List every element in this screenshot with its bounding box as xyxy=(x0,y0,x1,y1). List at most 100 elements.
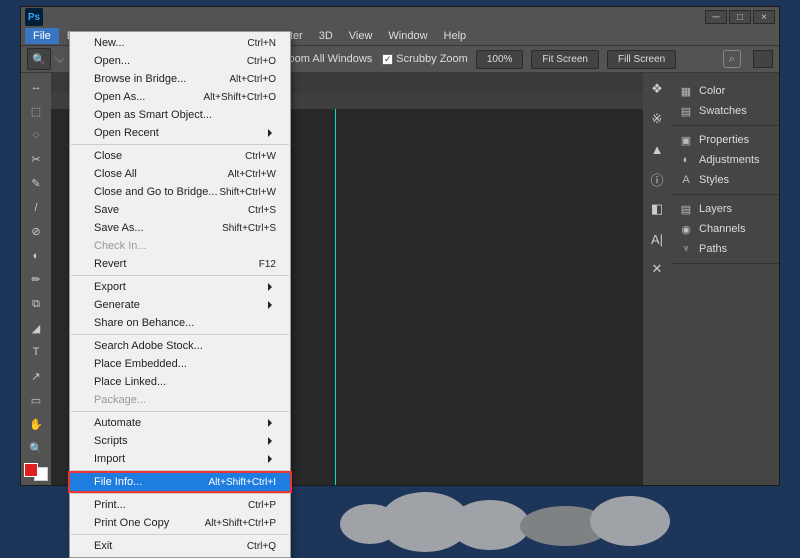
tool-0[interactable]: ↔ xyxy=(25,77,47,97)
tool-1[interactable]: ⬚ xyxy=(25,101,47,121)
menu-file[interactable]: File xyxy=(25,28,59,44)
menu-3d[interactable]: 3D xyxy=(311,28,341,44)
menu-item-print[interactable]: Print...Ctrl+P xyxy=(70,496,290,514)
menu-item-place-embedded[interactable]: Place Embedded... xyxy=(70,355,290,373)
panel-color[interactable]: ▦Color xyxy=(671,81,779,101)
menu-item-close-and-go-to-bridge[interactable]: Close and Go to Bridge...Shift+Ctrl+W xyxy=(70,183,290,201)
tool-12[interactable]: ↗ xyxy=(25,366,47,386)
menu-item-search-adobe-stock[interactable]: Search Adobe Stock... xyxy=(70,337,290,355)
tool-14[interactable]: ✋ xyxy=(25,415,47,435)
tool-7[interactable]: ◐ xyxy=(25,246,47,266)
menu-item-generate[interactable]: Generate xyxy=(70,296,290,314)
menu-item-label: Close All xyxy=(94,168,137,180)
tool-3[interactable]: ✂ xyxy=(25,149,47,169)
panel-layers[interactable]: ▤ Layers xyxy=(671,199,779,219)
layers-icon: ▤ xyxy=(679,202,693,216)
menu-item-label: Automate xyxy=(94,417,141,429)
menu-item-label: File Info... xyxy=(94,476,142,488)
menu-item-open[interactable]: Open...Ctrl+O xyxy=(70,52,290,70)
menu-item-close[interactable]: CloseCtrl+W xyxy=(70,147,290,165)
panel-channels[interactable]: ◉Channels xyxy=(671,219,779,239)
menu-item-label: Print... xyxy=(94,499,126,511)
panel-label: Paths xyxy=(699,243,727,255)
panel-strip-icon[interactable]: ⓘ xyxy=(647,169,667,189)
menu-item-save[interactable]: SaveCtrl+S xyxy=(70,201,290,219)
menu-item-automate[interactable]: Automate xyxy=(70,414,290,432)
vertical-guide[interactable] xyxy=(335,109,336,485)
panel-label: Layers xyxy=(699,203,732,215)
zoom-tool-icon[interactable]: 🔍 xyxy=(27,48,51,70)
maximize-button[interactable]: □ xyxy=(729,10,751,24)
menu-help[interactable]: Help xyxy=(436,28,475,44)
panel-swatches[interactable]: ▤Swatches xyxy=(671,101,779,121)
menu-item-file-info[interactable]: File Info...Alt+Shift+Ctrl+I xyxy=(70,473,290,491)
menu-item-revert[interactable]: RevertF12 xyxy=(70,255,290,273)
panel-strip-icon[interactable]: ◧ xyxy=(647,199,667,219)
panel-strip-icon[interactable]: A| xyxy=(647,229,667,249)
menu-item-label: Save As... xyxy=(94,222,144,234)
tool-8[interactable]: ✏ xyxy=(25,270,47,290)
tool-4[interactable]: ✎ xyxy=(25,173,47,193)
panel-strip-icon[interactable]: ▲ xyxy=(647,139,667,159)
collapsed-panel-strip: ❖ ※ ▲ ⓘ ◧ A| ✕ xyxy=(643,73,671,485)
menu-item-package: Package... xyxy=(70,391,290,409)
menu-item-place-linked[interactable]: Place Linked... xyxy=(70,373,290,391)
menu-item-close-all[interactable]: Close AllAlt+Ctrl+W xyxy=(70,165,290,183)
panel-strip-icon[interactable]: ❖ xyxy=(647,79,667,99)
tool-6[interactable]: ⊘ xyxy=(25,222,47,242)
zoom-percent[interactable]: 100% xyxy=(476,50,524,69)
menu-item-label: Open as Smart Object... xyxy=(94,109,212,121)
color-swatches[interactable] xyxy=(24,463,48,481)
panel-adjustments[interactable]: ◐Adjustments xyxy=(671,150,779,170)
panel-dock: ▦Color▤Swatches ▣Properties◐AdjustmentsAS… xyxy=(671,73,779,485)
menu-item-open-as[interactable]: Open As...Alt+Shift+Ctrl+O xyxy=(70,88,290,106)
submenu-arrow-icon xyxy=(268,283,276,291)
adjustments-icon: ◐ xyxy=(679,153,693,167)
panel-paths[interactable]: ♆ Paths xyxy=(671,239,779,259)
menu-item-export[interactable]: Export xyxy=(70,278,290,296)
menu-item-label: Print One Copy xyxy=(94,517,169,529)
tool-13[interactable]: ▭ xyxy=(25,390,47,410)
panel-styles[interactable]: AStyles xyxy=(671,170,779,190)
tool-2[interactable]: ◌ xyxy=(25,125,47,145)
tool-10[interactable]: ◢ xyxy=(25,318,47,338)
menu-item-label: Import xyxy=(94,453,125,465)
decorative-clouds xyxy=(340,486,700,530)
menu-separator xyxy=(71,334,289,335)
menu-item-print-one-copy[interactable]: Print One CopyAlt+Shift+Ctrl+P xyxy=(70,514,290,532)
menu-item-scripts[interactable]: Scripts xyxy=(70,432,290,450)
panel-strip-icon[interactable]: ※ xyxy=(647,109,667,129)
menu-item-exit[interactable]: ExitCtrl+Q xyxy=(70,537,290,555)
tool-11[interactable]: T xyxy=(25,342,47,362)
share-icon[interactable] xyxy=(753,50,773,68)
tool-preset-dropdown[interactable] xyxy=(54,53,64,63)
minimize-button[interactable]: ─ xyxy=(705,10,727,24)
submenu-arrow-icon xyxy=(268,419,276,427)
menu-item-open-recent[interactable]: Open Recent xyxy=(70,124,290,142)
menu-view[interactable]: View xyxy=(341,28,381,44)
menu-shortcut: Alt+Shift+Ctrl+O xyxy=(203,92,276,103)
panel-strip-icon[interactable]: ✕ xyxy=(647,259,667,279)
channels-icon: ◉ xyxy=(679,222,693,236)
tool-5[interactable]: / xyxy=(25,198,47,218)
close-button[interactable]: × xyxy=(753,10,775,24)
checkbox-scrubby-zoom[interactable]: ✓Scrubby Zoom xyxy=(382,53,468,65)
menu-item-share-on-behance[interactable]: Share on Behance... xyxy=(70,314,290,332)
fill-screen-button[interactable]: Fill Screen xyxy=(607,50,676,69)
tool-9[interactable]: ⧉ xyxy=(25,294,47,314)
menu-item-save-as[interactable]: Save As...Shift+Ctrl+S xyxy=(70,219,290,237)
fit-screen-button[interactable]: Fit Screen xyxy=(531,50,599,69)
menu-shortcut: Ctrl+O xyxy=(247,56,276,67)
tool-15[interactable]: 🔍 xyxy=(25,439,47,459)
menu-window[interactable]: Window xyxy=(380,28,435,44)
menu-item-browse-in-bridge[interactable]: Browse in Bridge...Alt+Ctrl+O xyxy=(70,70,290,88)
foreground-swatch[interactable] xyxy=(24,463,38,477)
paths-icon: ♆ xyxy=(679,242,693,256)
search-icon[interactable]: ⌕ xyxy=(723,50,741,68)
menu-item-new[interactable]: New...Ctrl+N xyxy=(70,34,290,52)
menu-separator xyxy=(71,144,289,145)
menu-item-import[interactable]: Import xyxy=(70,450,290,468)
menu-item-open-as-smart-object[interactable]: Open as Smart Object... xyxy=(70,106,290,124)
panel-properties[interactable]: ▣Properties xyxy=(671,130,779,150)
menu-shortcut: Ctrl+S xyxy=(248,205,276,216)
